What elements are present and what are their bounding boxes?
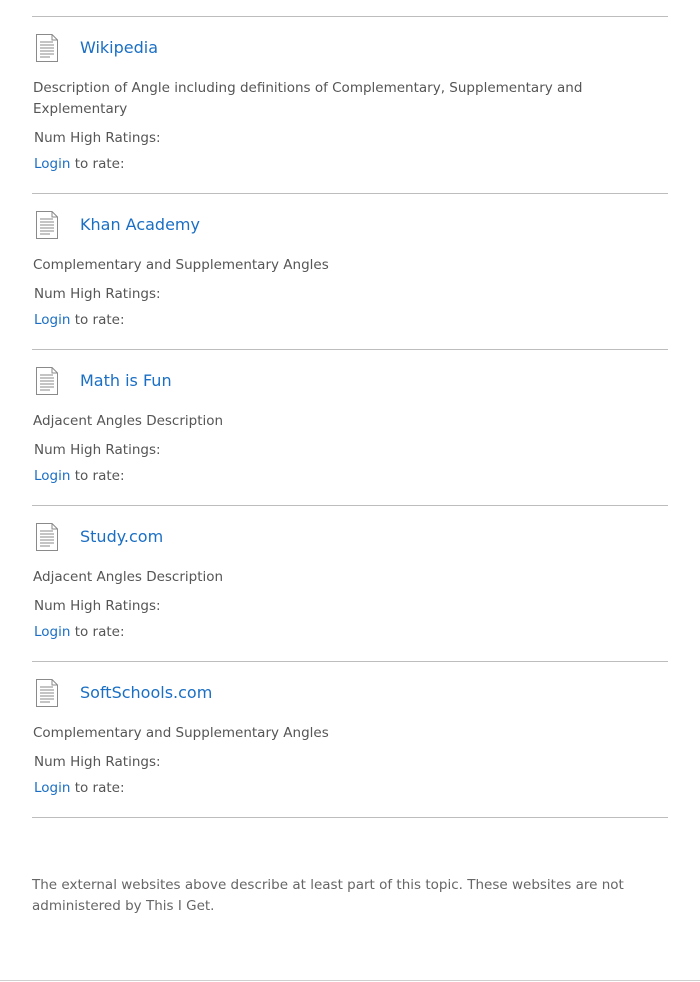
num-high-ratings: Num High Ratings: xyxy=(34,442,161,458)
resource-title-link[interactable]: Wikipedia xyxy=(80,38,158,58)
resource-title-link[interactable]: Math is Fun xyxy=(80,371,172,391)
resource-title-link[interactable]: Study.com xyxy=(80,527,163,547)
login-link[interactable]: Login xyxy=(34,468,70,484)
resource-title-link[interactable]: SoftSchools.com xyxy=(80,683,212,703)
external-sites-disclaimer: The external websites above describe at … xyxy=(32,877,624,914)
document-icon xyxy=(36,34,58,62)
num-high-ratings: Num High Ratings: xyxy=(34,286,161,302)
num-high-ratings: Num High Ratings: xyxy=(34,754,161,770)
document-icon xyxy=(36,367,58,395)
document-icon xyxy=(36,523,58,551)
resource-title-link[interactable]: Khan Academy xyxy=(80,215,200,235)
resource-list: Wikipedia Description of Angle including… xyxy=(32,17,668,818)
rate-row: Login to rate: xyxy=(34,778,125,798)
resource-item: Wikipedia Description of Angle including… xyxy=(32,17,668,194)
num-high-ratings: Num High Ratings: xyxy=(34,598,161,614)
rate-suffix: to rate: xyxy=(70,468,125,484)
resource-description: Adjacent Angles Description xyxy=(33,569,224,585)
rate-suffix: to rate: xyxy=(70,312,125,328)
resource-item: SoftSchools.com Complementary and Supple… xyxy=(32,662,668,818)
resource-item: Khan Academy Complementary and Supplemen… xyxy=(32,194,668,350)
rate-row: Login to rate: xyxy=(34,310,125,330)
resource-description: Complementary and Supplementary Angles xyxy=(33,725,329,741)
resource-description: Complementary and Supplementary Angles xyxy=(33,257,329,273)
document-icon xyxy=(36,211,58,239)
login-link[interactable]: Login xyxy=(34,780,70,796)
login-link[interactable]: Login xyxy=(34,312,70,328)
login-link[interactable]: Login xyxy=(34,624,70,640)
login-link[interactable]: Login xyxy=(34,156,70,172)
resource-description: Description of Angle including definitio… xyxy=(33,80,583,117)
rate-row: Login to rate: xyxy=(34,622,125,642)
resource-description: Adjacent Angles Description xyxy=(33,413,224,429)
document-icon xyxy=(36,679,58,707)
resource-item: Math is Fun Adjacent Angles Description … xyxy=(32,350,668,506)
rate-row: Login to rate: xyxy=(34,154,125,174)
rate-suffix: to rate: xyxy=(70,780,125,796)
num-high-ratings: Num High Ratings: xyxy=(34,130,161,146)
bottom-divider xyxy=(0,980,700,981)
rate-row: Login to rate: xyxy=(34,466,125,486)
rate-suffix: to rate: xyxy=(70,156,125,172)
resource-item: Study.com Adjacent Angles Description Nu… xyxy=(32,506,668,662)
rate-suffix: to rate: xyxy=(70,624,125,640)
